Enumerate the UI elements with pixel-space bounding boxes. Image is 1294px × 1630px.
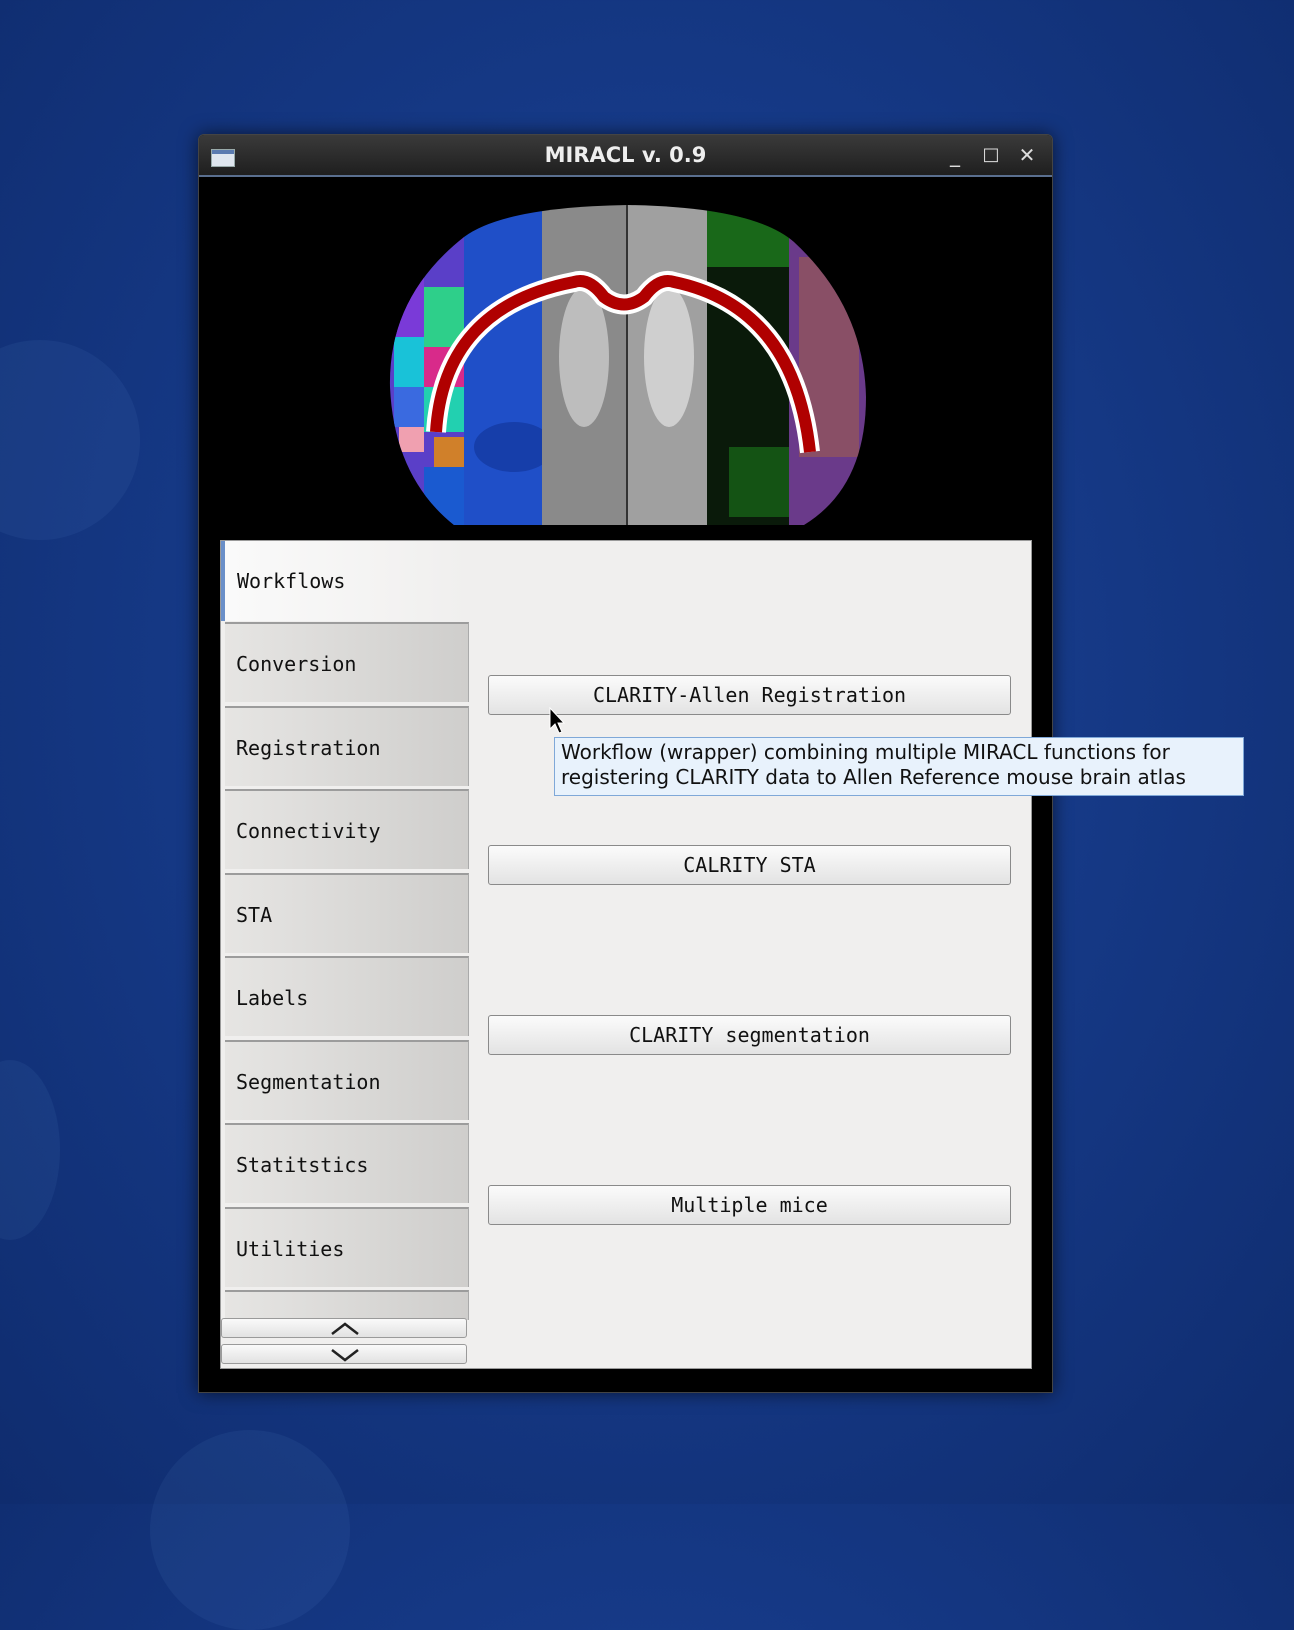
tab-registration[interactable]: Registration bbox=[225, 706, 469, 786]
tab-workflows[interactable]: Workflows bbox=[221, 541, 468, 621]
tab-segmentation[interactable]: Segmentation bbox=[225, 1040, 469, 1120]
desktop-bokeh bbox=[150, 1430, 350, 1630]
brain-banner-image bbox=[384, 197, 872, 525]
multiple-mice-button[interactable]: Multiple mice bbox=[488, 1185, 1011, 1225]
tab-utilities[interactable]: Utilities bbox=[225, 1207, 469, 1287]
title-bar[interactable]: MIRACL v. 0.9 _ □ ✕ bbox=[199, 135, 1052, 177]
tab-labels[interactable]: Labels bbox=[225, 956, 469, 1036]
tooltip-line-1: Workflow (wrapper) combining multiple MI… bbox=[561, 740, 1170, 764]
mouse-cursor-icon bbox=[549, 707, 565, 734]
tooltip: Workflow (wrapper) combining multiple MI… bbox=[554, 737, 1244, 796]
tab-scroll-down-button[interactable] bbox=[221, 1344, 467, 1364]
clarity-sta-button[interactable]: CALRITY STA bbox=[488, 845, 1011, 885]
chevron-down-icon bbox=[331, 1349, 359, 1362]
tab-statistics[interactable]: Statitstics bbox=[225, 1123, 469, 1203]
desktop-bokeh bbox=[0, 1060, 60, 1240]
minimize-button[interactable]: _ bbox=[943, 143, 967, 167]
tab-conversion[interactable]: Conversion bbox=[225, 622, 469, 702]
chevron-up-icon bbox=[331, 1322, 359, 1335]
maximize-button[interactable]: □ bbox=[979, 143, 1003, 167]
close-icon: ✕ bbox=[1018, 143, 1036, 167]
tab-partial[interactable] bbox=[225, 1290, 469, 1320]
tab-connectivity[interactable]: Connectivity bbox=[225, 789, 469, 869]
tooltip-line-2: registering CLARITY data to Allen Refere… bbox=[561, 765, 1186, 789]
minimize-icon: _ bbox=[950, 143, 960, 167]
desktop-bokeh bbox=[0, 340, 140, 540]
workflow-panel: Workflows Conversion Registration Connec… bbox=[220, 540, 1032, 1369]
clarity-allen-registration-button[interactable]: CLARITY-Allen Registration bbox=[488, 675, 1011, 715]
window-title: MIRACL v. 0.9 bbox=[544, 143, 707, 167]
maximize-icon: □ bbox=[982, 144, 1000, 165]
tab-scroll-up-button[interactable] bbox=[221, 1318, 467, 1338]
tab-sta[interactable]: STA bbox=[225, 873, 469, 953]
clarity-segmentation-button[interactable]: CLARITY segmentation bbox=[488, 1015, 1011, 1055]
close-button[interactable]: ✕ bbox=[1015, 143, 1039, 167]
